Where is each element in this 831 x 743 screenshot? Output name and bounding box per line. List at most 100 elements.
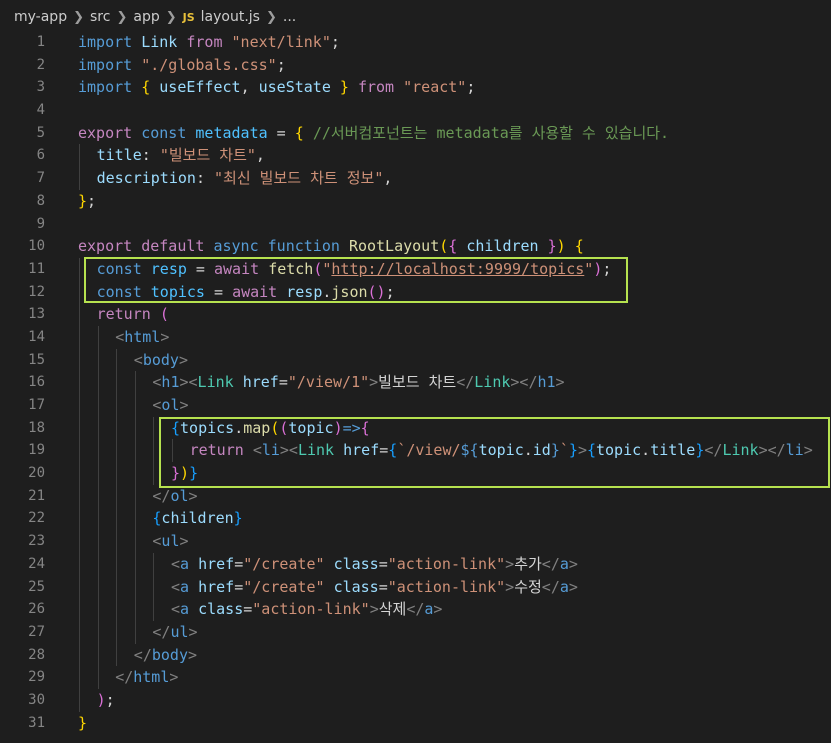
code-text[interactable]: }: [78, 712, 87, 735]
line-number[interactable]: 13: [0, 303, 45, 326]
code-line[interactable]: 26 <a class="action-link">삭제</a>: [0, 598, 831, 621]
line-number[interactable]: 20: [0, 462, 45, 485]
code-line[interactable]: 28 </body>: [0, 643, 831, 667]
code-text[interactable]: const resp = await fetch("http://localho…: [97, 258, 612, 281]
code-line[interactable]: 31}: [0, 712, 831, 735]
line-number[interactable]: 8: [0, 190, 45, 213]
code-line[interactable]: 30);: [0, 688, 831, 712]
code-line[interactable]: 19 return <li><Link href={`/view/${topic.…: [0, 439, 831, 463]
code-text[interactable]: };: [78, 190, 96, 213]
line-number[interactable]: 30: [0, 689, 45, 712]
code-line[interactable]: 13 return (: [0, 303, 831, 326]
line-number[interactable]: 25: [0, 576, 45, 599]
line-number[interactable]: 4: [0, 99, 45, 122]
code-line[interactable]: 25 <a href="/create" class="action-link">…: [0, 575, 831, 599]
line-number[interactable]: 26: [0, 598, 45, 621]
line-number[interactable]: 11: [0, 258, 45, 281]
code-text[interactable]: import "./globals.css";: [78, 54, 286, 77]
line-number[interactable]: 27: [0, 621, 45, 644]
line-number[interactable]: 19: [0, 439, 45, 462]
code-line[interactable]: 11 const resp = await fetch("http://local…: [0, 257, 831, 281]
code-line[interactable]: 29 </html>: [0, 666, 831, 689]
code-line[interactable]: 14 <html>: [0, 325, 831, 349]
line-number[interactable]: 9: [0, 213, 45, 236]
line-number[interactable]: 29: [0, 666, 45, 689]
code-text[interactable]: {children}: [152, 507, 242, 530]
code-text[interactable]: <a href="/create" class="action-link">추가…: [171, 553, 578, 576]
code-text[interactable]: return <li><Link href={`/view/${topic.id…: [190, 439, 813, 462]
code-text[interactable]: import Link from "next/link";: [78, 31, 340, 54]
code-text[interactable]: title: "빌보드 차트",: [97, 144, 265, 167]
code-line[interactable]: 9: [0, 213, 831, 236]
line-number[interactable]: 22: [0, 507, 45, 530]
code-line[interactable]: 1 import Link from "next/link";: [0, 31, 831, 54]
line-number[interactable]: 12: [0, 281, 45, 304]
code-line[interactable]: 20})}: [0, 462, 831, 485]
breadcrumb-item-file[interactable]: layout.js: [201, 9, 260, 25]
code-line[interactable]: 21 </ol>: [0, 484, 831, 508]
code-text[interactable]: </body>: [134, 644, 197, 667]
code-line[interactable]: 15 <body>: [0, 348, 831, 372]
code-text[interactable]: <body>: [134, 349, 188, 372]
code-text[interactable]: </ol>: [152, 485, 197, 508]
line-number[interactable]: 10: [0, 235, 45, 258]
line-number[interactable]: 2: [0, 54, 45, 77]
breadcrumb-item-symbols[interactable]: ...: [283, 9, 296, 25]
code-line[interactable]: 17 <ol>: [0, 394, 831, 417]
code-line[interactable]: 10 export default async function RootLayo…: [0, 235, 831, 258]
line-number[interactable]: 18: [0, 417, 45, 440]
code-line[interactable]: 16 <h1><Link href="/view/1">빌보드 차트</Link>…: [0, 371, 831, 394]
code-line[interactable]: 6 title: "빌보드 차트",: [0, 144, 831, 168]
code-line[interactable]: 23 <ul>: [0, 530, 831, 553]
code-area[interactable]: 1 import Link from "next/link"; 2 import ".…: [0, 31, 831, 734]
code-text[interactable]: </html>: [115, 666, 178, 689]
code-text[interactable]: <h1><Link href="/view/1">빌보드 차트</Link></…: [152, 371, 564, 394]
line-number[interactable]: 14: [0, 326, 45, 349]
code-line[interactable]: 8};: [0, 190, 831, 213]
code-text[interactable]: <html>: [115, 326, 169, 349]
code-line[interactable]: 12 const topics = await resp.json();: [0, 280, 831, 304]
code-text[interactable]: })}: [171, 462, 198, 485]
code-line[interactable]: 7 description: "최신 빌보드 차트 정보",: [0, 167, 831, 190]
line-number[interactable]: 6: [0, 144, 45, 167]
code-line[interactable]: 5 export const metadata = { //서버컴포넌트는 met…: [0, 122, 831, 145]
breadcrumb-item-my-app[interactable]: my-app: [14, 9, 67, 25]
code-text[interactable]: return (: [97, 303, 169, 326]
line-number[interactable]: 31: [0, 712, 45, 735]
code-text[interactable]: <a href="/create" class="action-link">수정…: [171, 576, 578, 599]
code-line[interactable]: 3 import { useEffect, useState } from "re…: [0, 76, 831, 99]
line-number[interactable]: 5: [0, 122, 45, 145]
line-number[interactable]: 23: [0, 530, 45, 553]
code-text[interactable]: {topics.map((topic)=>{: [171, 417, 370, 440]
code-line[interactable]: 2 import "./globals.css";: [0, 54, 831, 77]
line-number[interactable]: 28: [0, 644, 45, 667]
line-number[interactable]: 15: [0, 349, 45, 372]
code-text[interactable]: export const metadata = { //서버컴포넌트는 meta…: [78, 122, 669, 145]
breadcrumb-item-app[interactable]: app: [133, 9, 159, 25]
code-text[interactable]: <ul>: [152, 530, 188, 553]
code-text[interactable]: import { useEffect, useState } from "rea…: [78, 76, 475, 99]
code-text[interactable]: </ul>: [152, 621, 197, 644]
code-text[interactable]: <ol>: [152, 394, 188, 417]
code-text[interactable]: );: [97, 689, 115, 712]
line-number[interactable]: 17: [0, 394, 45, 417]
code-line[interactable]: 18 {topics.map((topic)=>{: [0, 416, 831, 440]
code-token: ;: [276, 55, 286, 74]
line-number[interactable]: 1: [0, 31, 45, 54]
breadcrumb-item-src[interactable]: src: [90, 9, 110, 25]
code-text[interactable]: const topics = await resp.json();: [97, 281, 395, 304]
code-token: <: [171, 554, 181, 573]
code-line[interactable]: 24 <a href="/create" class="action-link">…: [0, 552, 831, 576]
code-line[interactable]: 4: [0, 99, 831, 122]
code-editor[interactable]: my-app ❯ src ❯ app ❯ JS layout.js ❯ ... …: [0, 0, 831, 743]
code-line[interactable]: 27 </ul>: [0, 620, 831, 644]
line-number[interactable]: 7: [0, 167, 45, 190]
code-line[interactable]: 22 {children}: [0, 507, 831, 531]
line-number[interactable]: 24: [0, 553, 45, 576]
line-number[interactable]: 16: [0, 371, 45, 394]
line-number[interactable]: 3: [0, 76, 45, 99]
code-text[interactable]: description: "최신 빌보드 차트 정보",: [97, 167, 393, 190]
code-text[interactable]: export default async function RootLayout…: [78, 235, 584, 258]
code-text[interactable]: <a class="action-link">삭제</a>: [171, 598, 442, 621]
line-number[interactable]: 21: [0, 485, 45, 508]
